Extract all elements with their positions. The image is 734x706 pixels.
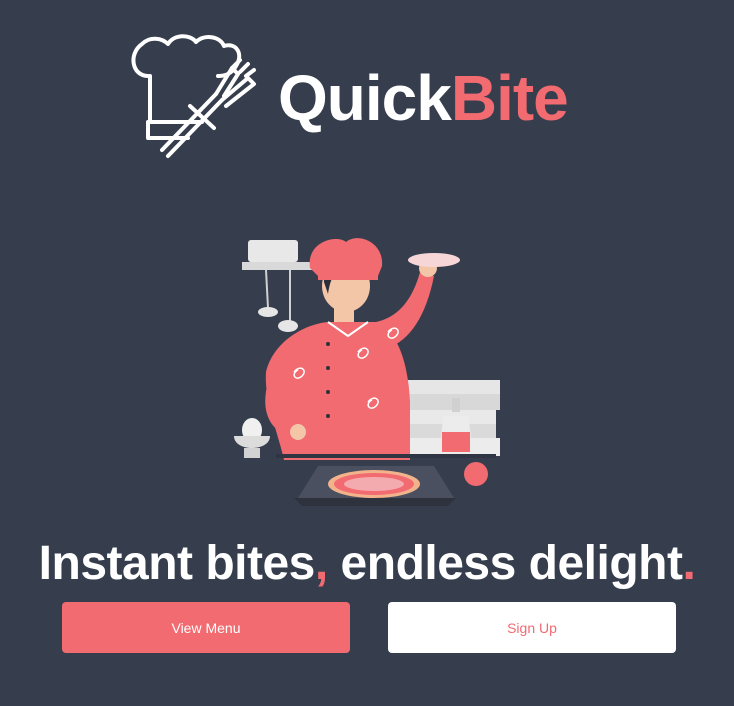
- tagline: Instant bites, endless delight.: [0, 536, 734, 592]
- brand-name-bite: Bite: [450, 62, 569, 134]
- tagline-part2: endless delight: [327, 537, 683, 590]
- view-menu-button[interactable]: View Menu: [62, 602, 350, 653]
- tagline-period: .: [682, 537, 696, 590]
- sign-up-button[interactable]: Sign Up: [388, 602, 676, 653]
- tagline-part1: Instant bites: [38, 537, 316, 590]
- chef-tossing-pizza-illustration: [234, 238, 500, 506]
- brand-name-quick: Quick: [278, 62, 452, 134]
- brand-name: QuickBite: [278, 66, 569, 130]
- tagline-comma: ,: [314, 537, 328, 590]
- logo[interactable]: QuickBite: [128, 32, 628, 162]
- chef-hat-fork-icon: [131, 34, 256, 158]
